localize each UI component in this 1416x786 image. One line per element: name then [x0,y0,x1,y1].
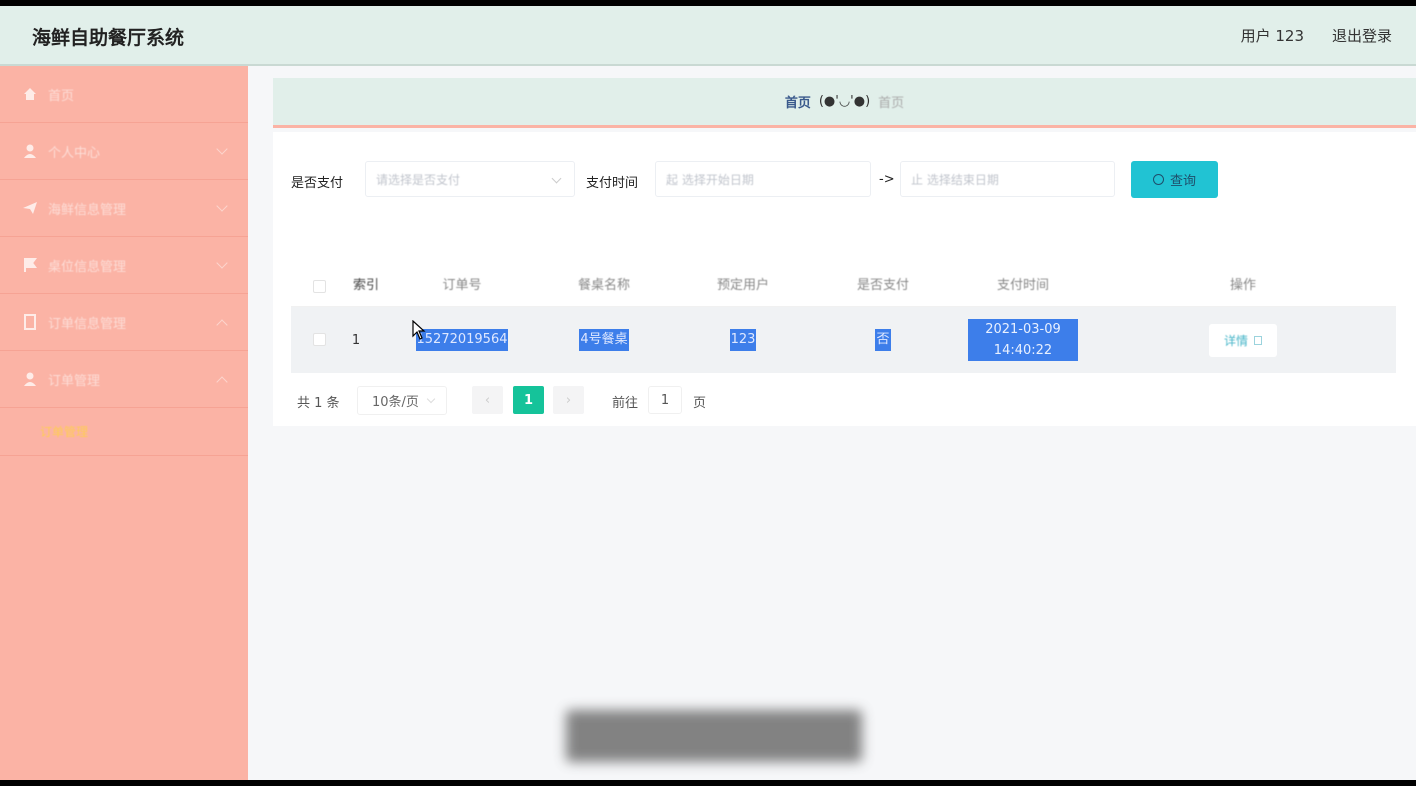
sidebar-item-order-info[interactable]: 订单信息管理 [0,294,248,351]
sidebar-item-home[interactable]: 首页 [0,66,248,123]
paid-select-placeholder: 请选择是否支付 [376,172,461,187]
search-button-label: 查询 [1169,174,1196,189]
column-header-order-no: 订单号 [442,278,482,293]
column-header-paid: 是否支付 [856,278,909,293]
sidebar-item-label: 桌位信息管理 [48,259,127,275]
select-all-checkbox[interactable] [313,280,326,293]
person-icon [24,372,36,386]
table-row: 1 15272019564 4号餐桌 123 否 2021-03-09 14:4… [291,307,1396,373]
chevron-up-icon [216,319,228,331]
sidebar-item-label: 订单信息管理 [48,316,127,332]
chevron-down-icon [426,394,436,404]
sidebar-subitem-orders[interactable]: 订单管理 [0,408,248,456]
document-icon [24,314,36,330]
app-window: 海鲜自助餐厅系统 用户 123 退出登录 首页 个人中心 海鲜信息管理 桌位信息… [0,6,1416,780]
start-date-input[interactable]: 起 选择开始日期 [655,161,871,197]
cell-pay-time: 2021-03-09 14:40:22 [968,307,1078,373]
sidebar-subitem-label: 订单管理 [40,425,89,439]
page-unit-label: 页 [693,396,707,411]
prev-page-button[interactable]: ‹ [472,386,503,414]
detail-button-label: 详情 [1223,334,1248,348]
pagination: 共 1 条 10条/页 ‹ 1 › 前往 1 页 [273,386,1416,416]
cell-table-name: 4号餐桌 [549,307,659,373]
column-header-user: 预定用户 [716,278,769,293]
paid-select[interactable]: 请选择是否支付 [365,161,575,197]
date-separator: -> [879,172,895,187]
breadcrumb-current: 首页 [878,96,905,111]
page-size-select[interactable]: 10条/页 [357,386,447,415]
top-header: 海鲜自助餐厅系统 用户 123 退出登录 [0,6,1416,66]
breadcrumb: 首页 (●'◡'●) 首页 [273,78,1416,128]
sidebar-item-label: 海鲜信息管理 [48,202,127,218]
person-icon [24,144,36,158]
flag-icon [24,258,37,272]
breadcrumb-emoticon: (●'◡'●) [818,94,871,109]
search-button[interactable]: 查询 [1131,161,1218,198]
column-header-pay-time: 支付时间 [996,278,1049,293]
sidebar: 首页 个人中心 海鲜信息管理 桌位信息管理 订单信息管理 订单管理 订单管理 [0,66,248,780]
home-icon [24,88,36,100]
send-icon [23,202,37,214]
row-checkbox[interactable] [313,333,326,346]
paid-filter-label: 是否支付 [291,176,344,191]
chevron-down-icon [216,257,228,269]
next-page-button[interactable]: › [553,386,584,414]
document-icon [1254,336,1262,345]
chevron-down-icon [216,143,228,155]
sidebar-item-profile[interactable]: 个人中心 [0,123,248,180]
search-icon [1152,174,1164,185]
blurred-overlay [566,710,862,762]
chevron-down-icon [216,200,228,212]
sidebar-item-label: 订单管理 [48,373,101,389]
cell-index: 1 [351,332,361,348]
sidebar-item-orders[interactable]: 订单管理 [0,351,248,408]
column-header-actions: 操作 [1229,278,1256,293]
goto-label: 前往 [612,396,639,411]
table-header: 索引 订单号 餐桌名称 预定用户 是否支付 支付时间 操作 [291,265,1396,307]
chevron-down-icon [551,173,562,184]
app-title: 海鲜自助餐厅系统 [32,27,185,49]
sidebar-item-seafood[interactable]: 海鲜信息管理 [0,180,248,237]
cell-user: 123 [688,307,798,373]
current-user: 用户 123 [1240,27,1304,45]
page-size-value: 10条/页 [372,395,419,410]
chevron-up-icon [216,376,228,388]
end-date-placeholder: 止 选择结束日期 [911,172,999,187]
total-count: 共 1 条 [297,396,340,411]
goto-page-input[interactable]: 1 [648,386,682,414]
sidebar-item-label: 首页 [48,88,75,104]
page-button-current[interactable]: 1 [513,386,544,414]
cell-paid: 否 [828,307,938,373]
end-date-input[interactable]: 止 选择结束日期 [900,161,1115,197]
start-date-placeholder: 起 选择开始日期 [666,172,754,187]
column-header-table-name: 餐桌名称 [577,278,630,293]
pay-time-filter-label: 支付时间 [586,176,639,191]
breadcrumb-home[interactable]: 首页 [785,92,811,111]
column-header-index: 索引 [352,278,379,293]
logout-link[interactable]: 退出登录 [1332,25,1392,46]
sidebar-item-tables[interactable]: 桌位信息管理 [0,237,248,294]
content-card: 是否支付 请选择是否支付 支付时间 起 选择开始日期 -> 止 选择结束日期 查… [273,132,1416,426]
mouse-cursor-icon [412,320,426,340]
sidebar-item-label: 个人中心 [48,145,101,161]
detail-button[interactable]: 详情 [1209,324,1277,357]
cell-order-no: 15272019564 [407,307,517,373]
